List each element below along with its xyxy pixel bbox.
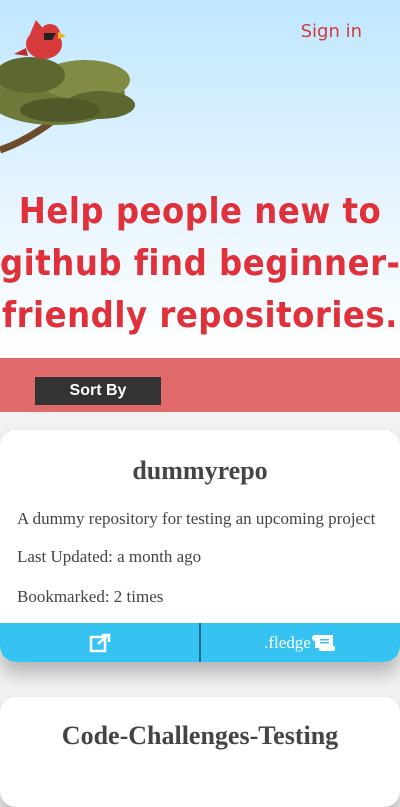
repo-name: Code-Challenges-Testing [61, 721, 339, 750]
cardinal-bird-on-tree-icon [0, 20, 135, 154]
external-link-icon [89, 633, 110, 652]
repo-actions: .fledge [0, 623, 400, 662]
repo-card: Code-Challenges-Testing [0, 697, 400, 807]
signin-link[interactable]: Sign in [301, 21, 362, 42]
headline-line-2: github find beginner- [0, 243, 400, 284]
headline-line-3: friendly repositories. [2, 295, 398, 336]
repo-description: A dummy repository for testing an upcomi… [17, 509, 376, 528]
repo-last-updated: Last Updated: a month ago [17, 547, 202, 566]
headline-line-1: Help people new to [18, 191, 382, 232]
sort-by-button[interactable]: Sort By [35, 377, 161, 405]
open-repo-button[interactable] [0, 623, 199, 662]
repo-bookmarked: Bookmarked: 2 times [17, 587, 164, 606]
scroll-icon [311, 634, 335, 651]
hero-section: Sign in Help people new to github find b… [0, 0, 400, 358]
fledge-button[interactable]: .fledge [199, 623, 400, 662]
repo-card: dummyrepo A dummy repository for testing… [0, 430, 400, 662]
fledge-label: .fledge [264, 632, 311, 652]
headline: Help people new to github find beginner-… [0, 186, 400, 342]
repo-name: dummyrepo [132, 456, 268, 485]
